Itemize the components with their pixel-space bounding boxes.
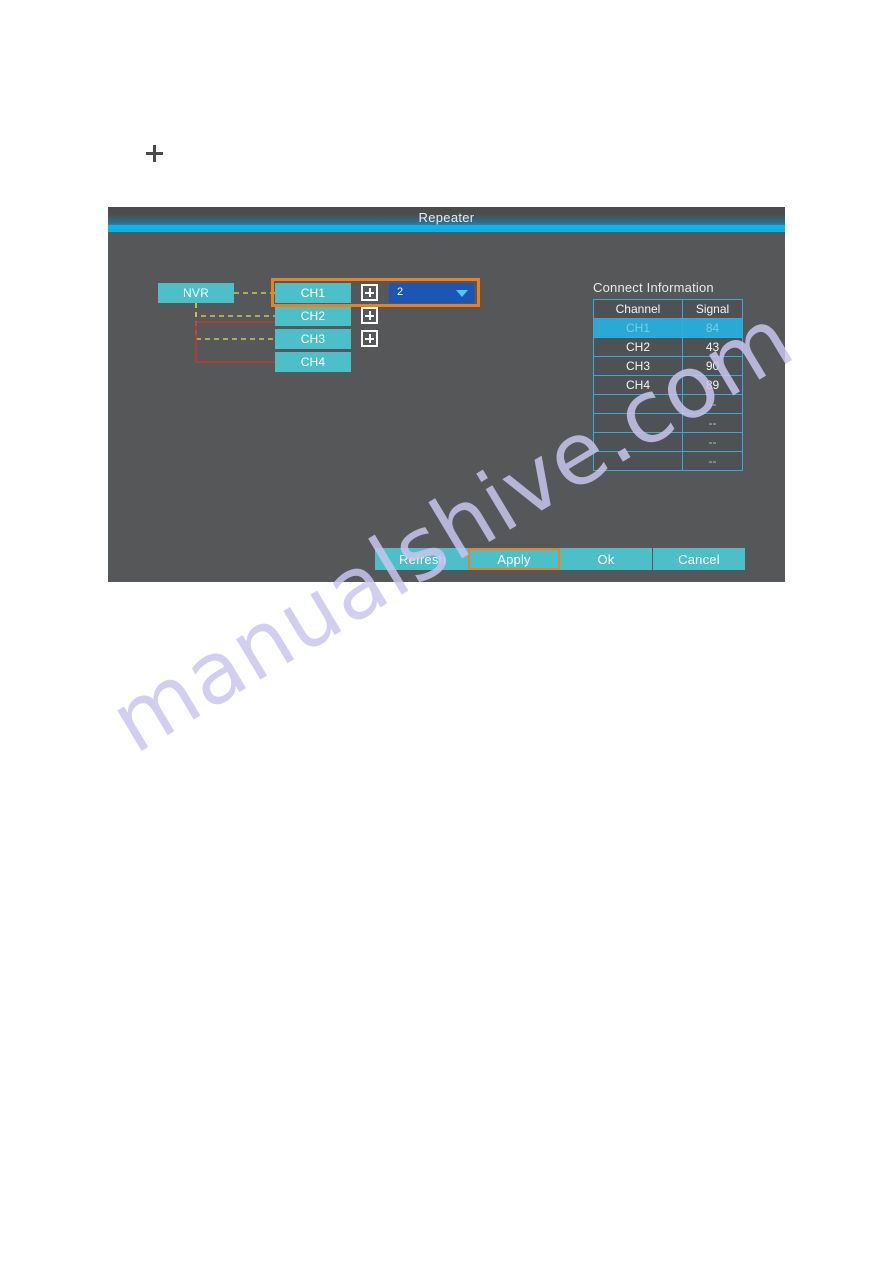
- apply-button[interactable]: Apply: [468, 548, 560, 570]
- diagram-node-nvr[interactable]: NVR: [158, 283, 234, 303]
- titlebar-accent-line: [108, 225, 785, 229]
- cell-signal: --: [682, 432, 743, 452]
- table-row[interactable]: --: [593, 432, 743, 452]
- cell-channel: CH4: [593, 375, 683, 395]
- diagram-node-ch4[interactable]: CH4: [275, 352, 351, 372]
- connect-information-panel: Connect Information Channel Signal CH1 8…: [593, 280, 743, 471]
- cell-signal: --: [682, 413, 743, 433]
- diagram-node-ch3[interactable]: CH3: [275, 329, 351, 349]
- table-row[interactable]: --: [593, 413, 743, 433]
- table-row[interactable]: CH4 89: [593, 375, 743, 395]
- expand-channel-1-icon[interactable]: [361, 284, 378, 301]
- table-row[interactable]: CH2 43: [593, 337, 743, 357]
- cell-channel: [593, 413, 683, 433]
- connect-information-title: Connect Information: [593, 280, 714, 295]
- column-header-signal: Signal: [682, 299, 743, 319]
- table-row[interactable]: CH1 84: [593, 318, 743, 338]
- refresh-button[interactable]: Refresh: [375, 548, 470, 570]
- column-header-channel: Channel: [593, 299, 683, 319]
- dialog-title: Repeater: [418, 210, 475, 225]
- cell-channel: [593, 432, 683, 452]
- table-row[interactable]: --: [593, 451, 743, 471]
- cell-channel: CH3: [593, 356, 683, 376]
- cell-signal: --: [682, 394, 743, 414]
- cell-channel: [593, 394, 683, 414]
- dialog-footer: Refresh Apply Ok Cancel: [108, 548, 785, 572]
- table-row[interactable]: CH3 90: [593, 356, 743, 376]
- cell-channel: [593, 451, 683, 471]
- diagram-node-ch2[interactable]: CH2: [275, 306, 351, 326]
- cell-signal: 89: [682, 375, 743, 395]
- chevron-down-icon: [456, 290, 468, 297]
- cell-signal: 43: [682, 337, 743, 357]
- table-row[interactable]: --: [593, 394, 743, 414]
- repeater-level-dropdown[interactable]: 2: [389, 283, 474, 303]
- cell-signal: --: [682, 451, 743, 471]
- repeater-dialog: Repeater NVR CH1 CH2 CH3 CH4 2 Connect I…: [108, 207, 785, 582]
- dialog-titlebar: Repeater: [108, 207, 785, 232]
- cell-signal: 90: [682, 356, 743, 376]
- channel-topology-diagram: NVR CH1 CH2 CH3 CH4 2: [108, 232, 568, 392]
- plus-mark-icon: [146, 145, 163, 162]
- expand-channel-3-icon[interactable]: [361, 330, 378, 347]
- connect-information-table: Channel Signal CH1 84 CH2 43 CH3 90 CH4 …: [593, 299, 743, 471]
- cell-channel: CH2: [593, 337, 683, 357]
- ok-button[interactable]: Ok: [560, 548, 652, 570]
- table-header-row: Channel Signal: [593, 299, 743, 319]
- cell-signal: 84: [682, 318, 743, 338]
- cancel-button[interactable]: Cancel: [653, 548, 745, 570]
- expand-channel-2-icon[interactable]: [361, 307, 378, 324]
- dialog-body: NVR CH1 CH2 CH3 CH4 2 Connect Informatio…: [108, 232, 785, 582]
- dropdown-selected-value: 2: [397, 286, 404, 298]
- cell-channel: CH1: [593, 318, 683, 338]
